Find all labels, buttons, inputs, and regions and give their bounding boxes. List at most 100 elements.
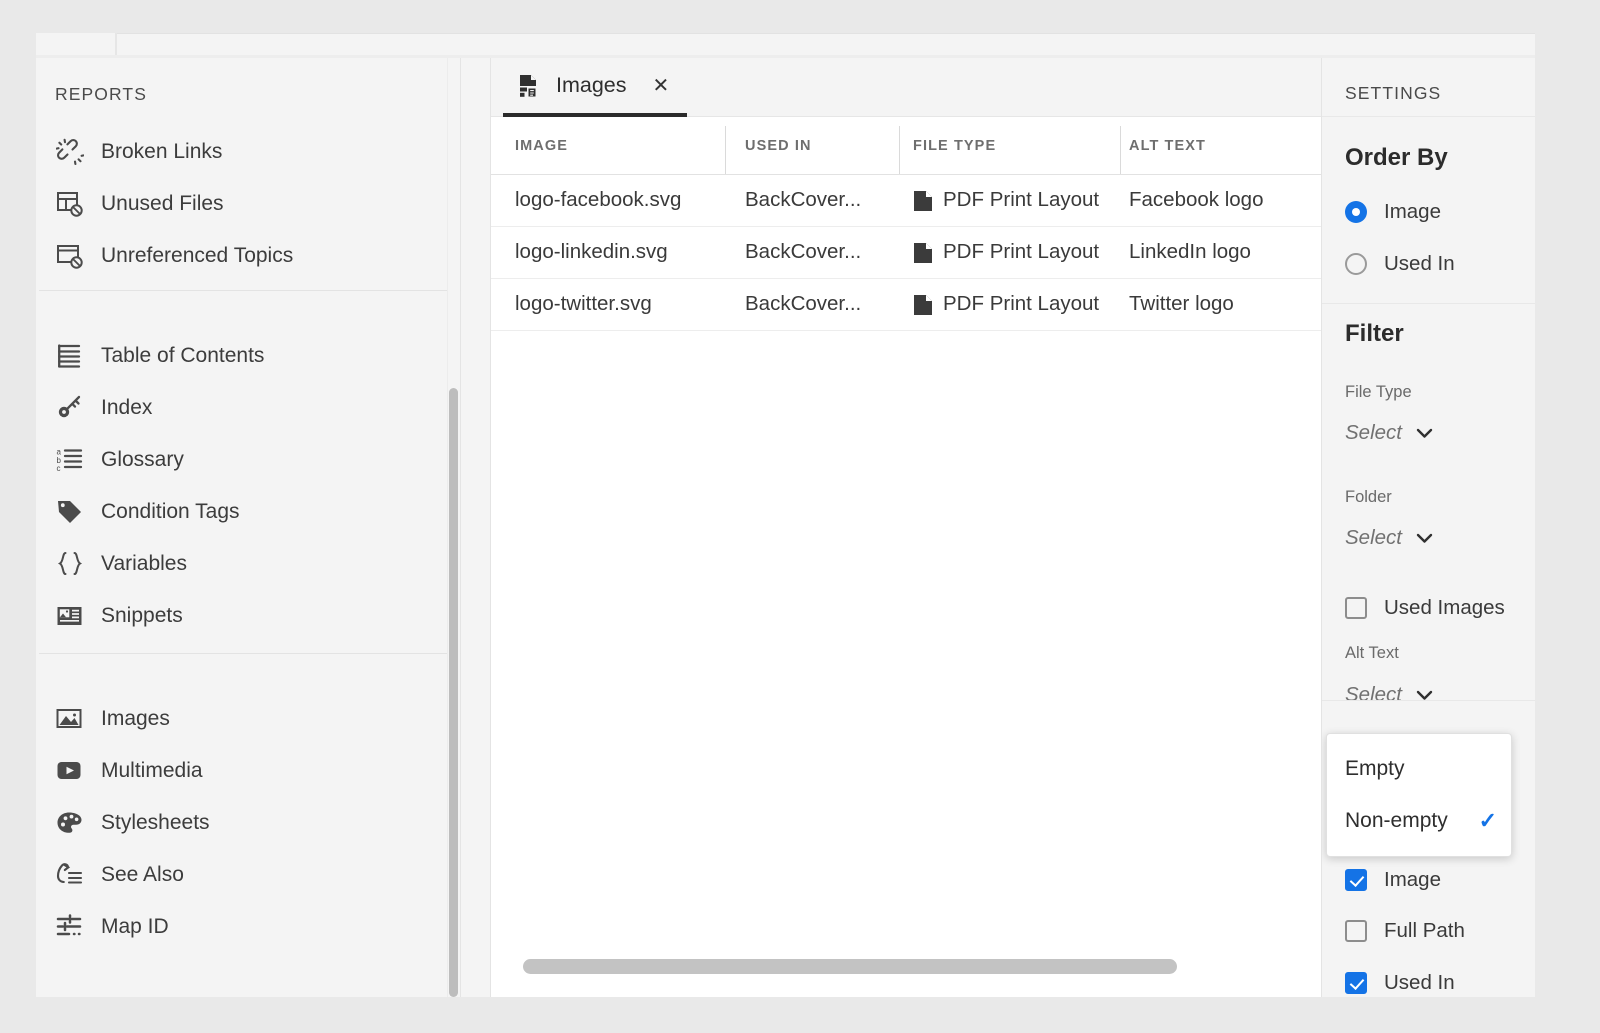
app-shell: REPORTS Broken Links Unused Files Unrefe… — [36, 58, 1535, 997]
sidebar-divider-2 — [39, 653, 461, 654]
radio-order-by-image[interactable]: Image — [1345, 200, 1441, 224]
sidebar-item-images[interactable]: Images — [36, 693, 461, 745]
sidebar-item-multimedia[interactable]: Multimedia — [36, 745, 461, 797]
cell-file-type: PDF Print Layout — [943, 292, 1100, 315]
cell-alt-text: Twitter logo — [1129, 292, 1234, 315]
sidebar-item-broken-links[interactable]: Broken Links — [36, 126, 461, 178]
content-panel: Images ✕ IMAGE USED IN FILE TYPE ALT TEX… — [490, 58, 1322, 997]
alt-text-label: Alt Text — [1345, 644, 1399, 662]
chevron-down-icon — [1416, 533, 1433, 544]
sidebar-item-label: Broken Links — [101, 140, 223, 163]
sidebar-item-label: Map ID — [101, 915, 169, 938]
column-header-image[interactable]: IMAGE — [515, 138, 568, 154]
column-header-used-in[interactable]: USED IN — [745, 138, 812, 154]
sidebar-item-stylesheets[interactable]: Stylesheets — [36, 797, 461, 849]
svg-text:c: c — [57, 464, 61, 473]
key-icon — [55, 393, 85, 423]
dropdown-option-label: Non-empty — [1345, 809, 1448, 832]
cell-used-in: BackCover... — [745, 292, 862, 315]
tab-images[interactable]: Images ✕ — [503, 58, 688, 117]
file-type-select[interactable]: Select — [1345, 421, 1433, 445]
column-divider[interactable] — [725, 126, 726, 174]
window-chrome-bar — [36, 33, 1535, 55]
dropdown-option-non-empty[interactable]: Non-empty ✓ — [1327, 795, 1511, 847]
dropdown-option-label: Empty — [1345, 757, 1405, 780]
checkbox-indicator[interactable] — [1345, 597, 1367, 619]
checkbox-column-used-in[interactable]: Used In — [1345, 971, 1455, 995]
sidebar-item-label: See Also — [101, 863, 184, 886]
sidebar-item-see-also[interactable]: See Also — [36, 849, 461, 901]
toc-icon — [55, 341, 85, 371]
cell-used-in: BackCover... — [745, 240, 862, 263]
radio-order-by-used-in[interactable]: Used In — [1345, 252, 1455, 276]
sidebar-item-label: Variables — [101, 552, 187, 575]
video-icon — [55, 756, 85, 786]
map-id-icon — [55, 912, 85, 942]
checkbox-label: Image — [1384, 868, 1441, 891]
checkbox-indicator[interactable] — [1345, 869, 1367, 891]
sidebar-group-content: Table of Contents Index a b c Glossary C… — [36, 330, 461, 642]
sidebar-item-label: Snippets — [101, 604, 183, 627]
table-row[interactable]: logo-linkedin.svg BackCover... PDF Print… — [491, 227, 1322, 279]
table-row[interactable]: logo-twitter.svg BackCover... PDF Print … — [491, 279, 1322, 331]
glossary-icon: a b c — [55, 445, 85, 475]
chevron-down-icon — [1416, 690, 1433, 701]
column-header-alt-text[interactable]: ALT TEXT — [1129, 138, 1206, 154]
sidebar-item-label: Table of Contents — [101, 344, 265, 367]
cell-file-type: PDF Print Layout — [943, 188, 1100, 211]
sidebar-group-reports: Broken Links Unused Files Unreferenced T… — [36, 126, 461, 282]
checkbox-indicator[interactable] — [1345, 920, 1367, 942]
file-type-label: File Type — [1345, 383, 1412, 401]
cell-image: logo-facebook.svg — [515, 188, 682, 211]
braces-icon — [55, 549, 85, 579]
cell-file-type: PDF Print Layout — [943, 240, 1100, 263]
alt-text-dropdown-menu: Empty Non-empty ✓ — [1326, 733, 1512, 857]
dropdown-option-empty[interactable]: Empty — [1327, 743, 1511, 795]
sidebar-item-variables[interactable]: Variables — [36, 538, 461, 590]
tag-icon — [55, 497, 85, 527]
sidebar-item-label: Condition Tags — [101, 500, 240, 523]
column-divider[interactable] — [899, 126, 900, 174]
sidebar-item-glossary[interactable]: a b c Glossary — [36, 434, 461, 486]
image-icon — [55, 704, 85, 734]
column-header-file-type[interactable]: FILE TYPE — [913, 138, 996, 154]
table-header-row: IMAGE USED IN FILE TYPE ALT TEXT — [491, 117, 1322, 175]
checkbox-used-images[interactable]: Used Images — [1345, 596, 1505, 620]
sidebar-scrollbar-thumb[interactable] — [449, 388, 458, 997]
order-by-heading: Order By — [1345, 144, 1448, 171]
horizontal-scrollbar-thumb[interactable] — [523, 959, 1177, 974]
sidebar-item-map-id[interactable]: Map ID — [36, 901, 461, 953]
folder-select-value: Select — [1345, 526, 1402, 549]
sidebar-item-index[interactable]: Index — [36, 382, 461, 434]
radio-indicator[interactable] — [1345, 201, 1367, 223]
radio-label: Used In — [1384, 252, 1455, 275]
document-icon — [913, 242, 933, 264]
broken-link-icon — [55, 137, 85, 167]
checkmark-icon: ✓ — [1478, 808, 1497, 833]
checkbox-column-image[interactable]: Image — [1345, 868, 1441, 892]
radio-indicator[interactable] — [1345, 253, 1367, 275]
settings-title: SETTINGS — [1345, 83, 1442, 103]
images-table: IMAGE USED IN FILE TYPE ALT TEXT logo-fa… — [491, 117, 1322, 331]
document-icon — [913, 294, 933, 316]
alt-text-select-value: Select — [1345, 683, 1402, 706]
alt-text-select[interactable]: Select — [1345, 683, 1433, 707]
sidebar-item-unreferenced-topics[interactable]: Unreferenced Topics — [36, 230, 461, 282]
checkbox-label: Used In — [1384, 971, 1455, 994]
table-row[interactable]: logo-facebook.svg BackCover... PDF Print… — [491, 175, 1322, 227]
cell-image: logo-twitter.svg — [515, 292, 652, 315]
checkbox-column-full-path[interactable]: Full Path — [1345, 919, 1465, 943]
sidebar-item-condition-tags[interactable]: Condition Tags — [36, 486, 461, 538]
window-chrome-tab-slot[interactable] — [36, 33, 117, 55]
sidebar-item-unused-files[interactable]: Unused Files — [36, 178, 461, 230]
column-divider[interactable] — [1120, 126, 1121, 174]
tab-close-icon[interactable]: ✕ — [653, 76, 670, 96]
sidebar-item-label: Multimedia — [101, 759, 203, 782]
sidebar-item-table-of-contents[interactable]: Table of Contents — [36, 330, 461, 382]
folder-select[interactable]: Select — [1345, 526, 1433, 550]
unreferenced-topics-icon — [55, 241, 85, 271]
tab-strip: Images ✕ — [491, 58, 1322, 117]
sidebar-scrollbar-track[interactable] — [447, 58, 460, 997]
sidebar-item-snippets[interactable]: Snippets — [36, 590, 461, 642]
checkbox-indicator[interactable] — [1345, 972, 1367, 994]
